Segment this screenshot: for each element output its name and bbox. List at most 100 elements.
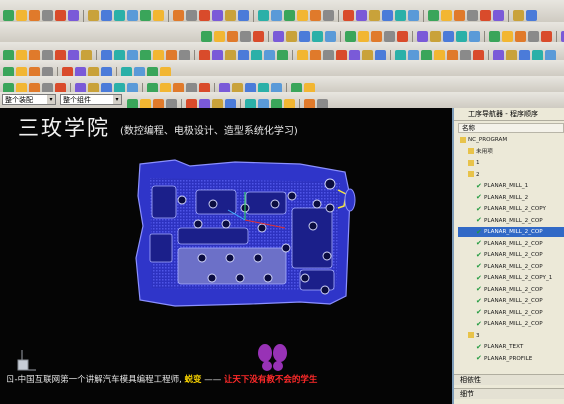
navigator-column-header[interactable]: 名称 bbox=[458, 123, 564, 133]
navigator-item[interactable]: 2 bbox=[458, 170, 564, 180]
line-icon[interactable] bbox=[212, 10, 223, 21]
arc-icon[interactable] bbox=[430, 31, 441, 42]
method-icon[interactable] bbox=[325, 31, 336, 42]
navigator-item-label: PLANAR_MILL_2_COPY_1 bbox=[484, 275, 553, 281]
shop-doc-icon[interactable] bbox=[384, 31, 395, 42]
point-icon[interactable] bbox=[3, 10, 14, 21]
navigator-item[interactable]: 1 bbox=[458, 158, 564, 168]
geometry-icon[interactable] bbox=[312, 31, 323, 42]
method-icon[interactable] bbox=[528, 31, 539, 42]
postprocess-icon[interactable] bbox=[371, 31, 382, 42]
postprocess-icon[interactable] bbox=[369, 10, 380, 21]
point-icon[interactable] bbox=[397, 31, 408, 42]
geometry-icon[interactable] bbox=[310, 10, 321, 21]
generate-icon[interactable] bbox=[345, 31, 356, 42]
view-icon[interactable] bbox=[456, 31, 467, 42]
line-icon[interactable] bbox=[408, 10, 419, 21]
arc-icon[interactable] bbox=[29, 10, 40, 21]
geometry-icon[interactable] bbox=[114, 10, 125, 21]
type-filter-select[interactable]: 整个组件 ▾ bbox=[60, 94, 122, 105]
line-icon[interactable] bbox=[214, 31, 225, 42]
navigator-item[interactable]: ✔ PLANAR_MILL_2_COP bbox=[458, 250, 564, 260]
toolbar-row-3 bbox=[0, 42, 564, 61]
navigator-item[interactable]: 未用项 bbox=[458, 147, 564, 157]
layer-icon[interactable] bbox=[273, 31, 284, 42]
verify-icon[interactable] bbox=[356, 10, 367, 21]
selection-filter-select[interactable]: 整个装配 ▾ bbox=[2, 94, 56, 105]
arc-icon[interactable] bbox=[227, 31, 238, 42]
line-icon[interactable] bbox=[16, 10, 27, 21]
snap-icon[interactable] bbox=[238, 10, 249, 21]
navigator-item[interactable]: NC_PROGRAM bbox=[458, 135, 564, 145]
graphics-viewport[interactable]: 三玫学院 (数控编程、电极设计、造型系统化学习) ㄖ-中国互联网第一个讲解汽车模… bbox=[0, 108, 452, 404]
geometry-icon[interactable] bbox=[513, 10, 524, 21]
line-icon[interactable] bbox=[417, 31, 428, 42]
snap-icon[interactable] bbox=[443, 31, 454, 42]
mold-part-model[interactable] bbox=[0, 108, 452, 404]
operation-icon[interactable] bbox=[286, 31, 297, 42]
verify-icon[interactable] bbox=[153, 10, 164, 21]
view-icon[interactable] bbox=[55, 10, 66, 21]
navigator-item[interactable]: ✔ PLANAR_MILL_2_COP bbox=[458, 308, 564, 318]
point-icon[interactable] bbox=[199, 10, 210, 21]
generate-icon[interactable] bbox=[541, 31, 552, 42]
shop-doc-icon[interactable] bbox=[186, 10, 197, 21]
tool-icon[interactable] bbox=[502, 31, 513, 42]
method-icon[interactable] bbox=[323, 10, 334, 21]
navigator-item[interactable]: ✔ PLANAR_MILL_2_COP bbox=[458, 262, 564, 272]
navigator-title: 工序导航器 - 程序顺序 bbox=[454, 108, 564, 121]
layer-icon[interactable] bbox=[469, 31, 480, 42]
navigator-item[interactable]: ✔ PLANAR_PROFILE bbox=[458, 354, 564, 364]
view-icon[interactable] bbox=[454, 10, 465, 21]
navigator-item[interactable]: ✔ PLANAR_MILL_2_COP bbox=[458, 285, 564, 295]
snap-icon[interactable] bbox=[240, 31, 251, 42]
navigator-item[interactable]: ✔ PLANAR_MILL_2_COP bbox=[458, 216, 564, 226]
operation-icon[interactable] bbox=[489, 31, 500, 42]
details-panel[interactable]: 细节 bbox=[454, 388, 564, 399]
generate-icon[interactable] bbox=[343, 10, 354, 21]
navigator-item[interactable]: ✔ PLANAR_MILL_2_COP bbox=[458, 319, 564, 329]
point-icon[interactable] bbox=[395, 10, 406, 21]
tool-icon[interactable] bbox=[493, 10, 504, 21]
check-icon: ✔ bbox=[476, 354, 482, 362]
navigator-item[interactable]: ✔ PLANAR_MILL_2_COPY_1 bbox=[458, 273, 564, 283]
arc-icon[interactable] bbox=[428, 10, 439, 21]
dependencies-panel[interactable]: 相依性 bbox=[454, 374, 564, 385]
method-icon[interactable] bbox=[526, 10, 537, 21]
operation-icon[interactable] bbox=[88, 10, 99, 21]
view-icon[interactable] bbox=[258, 10, 269, 21]
shop-doc-icon[interactable] bbox=[382, 10, 393, 21]
snap-icon[interactable] bbox=[42, 10, 53, 21]
operation-icon[interactable] bbox=[480, 10, 491, 21]
navigator-item[interactable]: ✔ PLANAR_MILL_2_COPY bbox=[458, 204, 564, 214]
navigator-item[interactable]: ✔ PLANAR_MILL_1 bbox=[458, 181, 564, 191]
operation-icon[interactable] bbox=[284, 10, 295, 21]
check-icon: ✔ bbox=[476, 193, 482, 201]
navigator-item[interactable]: ✔ PLANAR_MILL_2_COP bbox=[458, 296, 564, 306]
navigator-item[interactable]: ✔ PLANAR_MILL_2_COP bbox=[458, 227, 564, 238]
tool-icon[interactable] bbox=[299, 31, 310, 42]
verify-icon[interactable] bbox=[358, 31, 369, 42]
navigator-item[interactable]: ✔ PLANAR_MILL_2_COP bbox=[458, 239, 564, 249]
view-icon[interactable] bbox=[253, 31, 264, 42]
layer-icon[interactable] bbox=[271, 10, 282, 21]
tool-icon[interactable] bbox=[297, 10, 308, 21]
folder-icon bbox=[460, 136, 466, 143]
toolbar-separator bbox=[340, 30, 341, 42]
arc-icon[interactable] bbox=[225, 10, 236, 21]
point-icon[interactable] bbox=[201, 31, 212, 42]
operation-navigator: 工序导航器 - 程序顺序 名称 NC_PROGRAM 未用项 1 2 ✔ PLANAR_M… bbox=[452, 108, 564, 404]
navigator-item-label: 3 bbox=[476, 332, 480, 339]
tool-icon[interactable] bbox=[101, 10, 112, 21]
navigator-item[interactable]: 3 bbox=[458, 331, 564, 341]
layer-icon[interactable] bbox=[467, 10, 478, 21]
geometry-icon[interactable] bbox=[515, 31, 526, 42]
snap-icon[interactable] bbox=[441, 10, 452, 21]
navigator-item[interactable]: ✔ PLANAR_MILL_2 bbox=[458, 193, 564, 203]
postprocess-icon[interactable] bbox=[173, 10, 184, 21]
layer-icon[interactable] bbox=[68, 10, 79, 21]
method-icon[interactable] bbox=[127, 10, 138, 21]
generate-icon[interactable] bbox=[140, 10, 151, 21]
ticker-prefix: ㄖ-中国互联网第一个讲解汽车模具编程工程师, bbox=[6, 375, 182, 385]
navigator-item[interactable]: ✔ PLANAR_TEXT bbox=[458, 342, 564, 352]
